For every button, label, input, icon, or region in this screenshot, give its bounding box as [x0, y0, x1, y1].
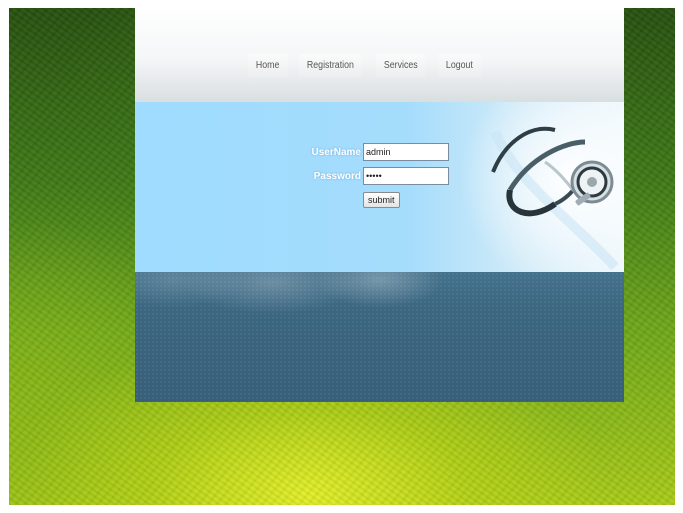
page-background: Home Registration Services Logout UserNa…: [9, 8, 675, 505]
submit-row: submit: [305, 191, 449, 209]
nav-registration[interactable]: Registration: [298, 54, 362, 77]
stethoscope-image: [490, 126, 619, 271]
username-row: UserName: [305, 143, 449, 161]
banner: UserName Password submit: [135, 102, 624, 272]
nav-logout[interactable]: Logout: [438, 54, 482, 77]
site-container: Home Registration Services Logout UserNa…: [135, 8, 624, 402]
login-form: UserName Password submit: [305, 143, 449, 215]
password-label: Password: [313, 170, 361, 182]
password-input[interactable]: [363, 167, 449, 185]
nav-services[interactable]: Services: [376, 54, 426, 77]
main-nav: Home Registration Services Logout: [248, 54, 487, 77]
nav-home[interactable]: Home: [248, 54, 288, 77]
submit-button[interactable]: submit: [363, 192, 400, 208]
username-input[interactable]: [363, 143, 449, 161]
username-label: UserName: [311, 146, 361, 158]
header: Home Registration Services Logout: [135, 8, 624, 102]
footer: [135, 272, 624, 402]
password-row: Password: [305, 167, 449, 185]
